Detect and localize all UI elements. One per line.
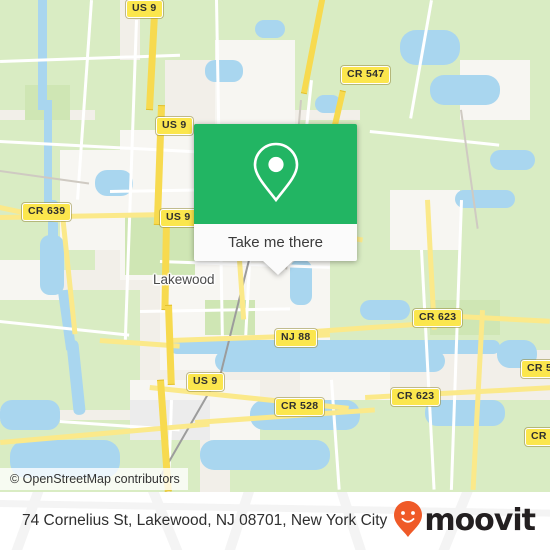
callout-pointer	[262, 260, 294, 275]
osm-attribution-text: © OpenStreetMap contributors	[10, 472, 180, 486]
destination-callout[interactable]: Take me there	[194, 124, 357, 275]
lake	[430, 75, 500, 105]
road-shield-cr5-lower: CR 5	[525, 428, 550, 446]
map-pin-icon	[250, 140, 302, 209]
river	[44, 100, 52, 210]
lake	[200, 440, 330, 470]
map-screenshot: Lakewood US 9 CR 547 US 9 CR 639 US 9 CR…	[0, 0, 550, 550]
moovit-logo[interactable]: moovit	[393, 500, 536, 543]
road-shield-us9-mid: US 9	[156, 117, 193, 135]
river	[215, 350, 445, 372]
lake	[455, 190, 515, 208]
take-me-there-label: Take me there	[227, 234, 324, 251]
lake	[400, 30, 460, 65]
map-canvas[interactable]: Lakewood US 9 CR 547 US 9 CR 639 US 9 CR…	[0, 0, 550, 492]
place-label-lakewood: Lakewood	[153, 272, 215, 287]
road-shield-cr547: CR 547	[341, 66, 391, 84]
lake	[40, 235, 64, 295]
road-shield-cr5-upper: CR 5	[521, 360, 550, 378]
road-shield-us9-north: US 9	[126, 0, 163, 18]
destination-address: 74 Cornelius St, Lakewood, NJ 08701, New…	[22, 512, 388, 529]
lake	[0, 400, 60, 430]
lake	[255, 20, 285, 38]
lake	[205, 60, 243, 82]
moovit-wordmark: moovit	[424, 503, 536, 538]
moovit-pin-icon	[393, 500, 423, 543]
footer-bar: 74 Cornelius St, Lakewood, NJ 08701, New…	[0, 492, 550, 550]
road-shield-cr623-north: CR 623	[413, 309, 463, 327]
callout-pin-panel	[194, 124, 357, 224]
take-me-there-button[interactable]: Take me there	[194, 224, 357, 261]
road-shield-us9-south: US 9	[187, 373, 224, 391]
builtup-area	[215, 40, 295, 130]
road-shield-nj88: NJ 88	[275, 329, 317, 347]
road-shield-cr528: CR 528	[275, 398, 325, 416]
river	[38, 0, 47, 110]
osm-attribution[interactable]: © OpenStreetMap contributors	[0, 468, 188, 490]
road-shield-cr639: CR 639	[22, 203, 72, 221]
lake	[490, 150, 535, 170]
road-shield-us9-lakewood: US 9	[160, 209, 197, 227]
lake	[360, 300, 410, 320]
road-shield-cr623-south: CR 623	[391, 388, 441, 406]
greenery-patch	[420, 120, 550, 180]
